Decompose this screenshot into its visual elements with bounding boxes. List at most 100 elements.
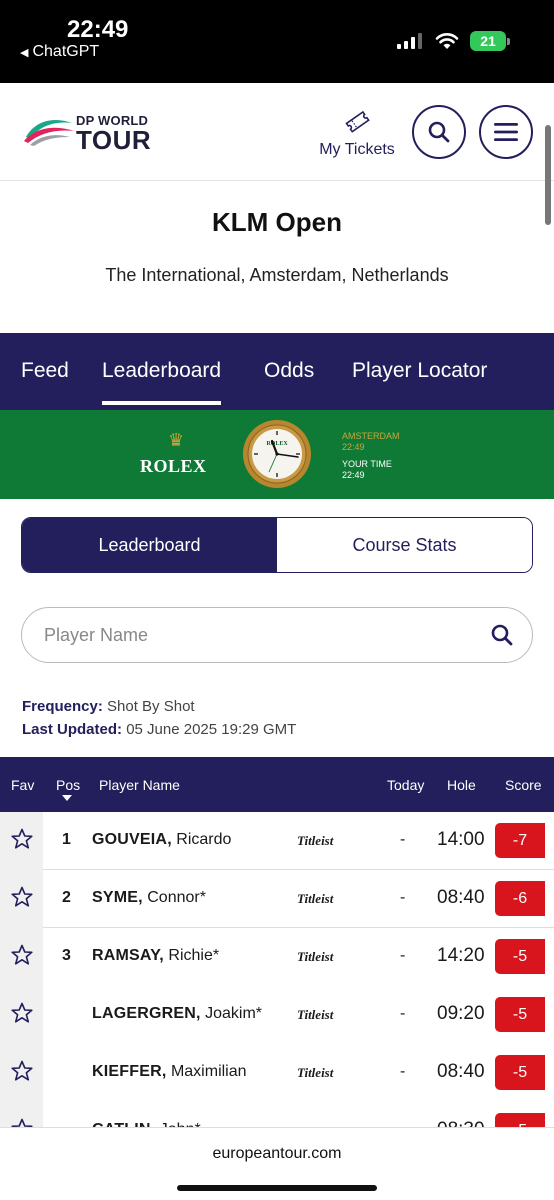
- player-first-name: Maximilian: [170, 1063, 247, 1080]
- url-text[interactable]: europeantour.com: [0, 1145, 554, 1163]
- player-last-name: RAMSAY,: [92, 947, 164, 964]
- col-player-name[interactable]: Player Name: [99, 777, 180, 793]
- clock-dial-brand: ROLEX: [266, 441, 288, 447]
- search-icon[interactable]: [490, 623, 514, 647]
- favourite-button[interactable]: [0, 1044, 43, 1102]
- equipment-brand-logo: Titleist: [297, 1065, 334, 1080]
- table-row[interactable]: 1 GOUVEIA, Ricardo Titleist - 14:00 -7: [0, 812, 554, 870]
- back-arrow-icon: ◀: [20, 46, 29, 59]
- table-row[interactable]: 3 RAMSAY, Richie* Titleist - 14:20 -5: [0, 928, 554, 986]
- player-last-name: GOUVEIA,: [92, 831, 172, 848]
- table-row[interactable]: KIEFFER, Maximilian Titleist - 08:40 -5: [0, 1044, 554, 1102]
- col-score[interactable]: Score: [505, 777, 542, 793]
- player-name[interactable]: KIEFFER, Maximilian: [92, 1063, 247, 1081]
- course-stats-toggle-button[interactable]: Course Stats: [277, 518, 532, 572]
- player-last-name: KIEFFER,: [92, 1063, 167, 1080]
- leaderboard-toggle-button[interactable]: Leaderboard: [22, 518, 277, 572]
- screen: 22:49 ◀ ChatGPT 21 DP WORLD TOUR My Tick…: [0, 0, 554, 1200]
- today-score: -: [400, 831, 406, 848]
- favourite-button[interactable]: [0, 812, 43, 870]
- rolex-banner[interactable]: ♛ ROLEX ROLEX AMSTERDAM 22:49 YOUR TIME …: [0, 410, 554, 499]
- favourite-button[interactable]: [0, 986, 43, 1044]
- status-time: 22:49: [67, 16, 129, 43]
- your-time-label: YOUR TIME: [342, 459, 392, 469]
- menu-button[interactable]: [479, 105, 533, 159]
- star-icon: [10, 885, 34, 914]
- total-score-badge: -5: [495, 997, 545, 1032]
- equipment-brand-logo: Titleist: [297, 949, 334, 964]
- position: 1: [62, 831, 71, 848]
- search-button[interactable]: [412, 105, 466, 159]
- total-score-badge: -7: [495, 823, 545, 858]
- tee-time: 08:40: [437, 1061, 485, 1082]
- today-score: -: [400, 889, 406, 906]
- favourite-button[interactable]: [0, 928, 43, 986]
- view-toggle: Leaderboard Course Stats: [21, 517, 533, 573]
- tab-leaderboard[interactable]: Leaderboard: [102, 359, 222, 405]
- wifi-icon: [435, 33, 459, 49]
- site-header: DP WORLD TOUR My Tickets: [0, 83, 554, 181]
- total-score-badge: -5: [495, 1055, 545, 1090]
- player-first-name: Ricardo: [176, 831, 232, 848]
- battery-level: 21: [480, 33, 496, 49]
- browser-url-bar[interactable]: europeantour.com: [0, 1127, 554, 1200]
- player-first-name: Joakim*: [205, 1005, 263, 1022]
- player-name[interactable]: GOUVEIA, Ricardo: [92, 831, 231, 849]
- logo-tour: TOUR: [76, 125, 152, 155]
- equipment-brand-logo: Titleist: [297, 1007, 334, 1022]
- tee-time: 09:20: [437, 1003, 485, 1024]
- status-bar: 22:49 ◀ ChatGPT 21: [0, 0, 554, 83]
- tab-odds[interactable]: Odds: [264, 359, 314, 383]
- position: 2: [62, 889, 71, 906]
- favourite-button[interactable]: [0, 870, 43, 928]
- home-indicator[interactable]: [177, 1185, 377, 1191]
- table-row[interactable]: 2 SYME, Connor* Titleist - 08:40 -6: [0, 870, 554, 928]
- tee-time: 08:40: [437, 887, 485, 908]
- search-icon: [428, 121, 450, 143]
- sort-desc-icon[interactable]: [62, 795, 72, 801]
- player-name-input[interactable]: [44, 622, 464, 648]
- equipment-brand-logo: Titleist: [297, 833, 334, 848]
- col-fav: Fav: [11, 777, 35, 793]
- event-venue: The International, Amsterdam, Netherland…: [105, 265, 449, 285]
- col-hole[interactable]: Hole: [447, 777, 476, 793]
- logo-swoosh-icon: [24, 119, 74, 146]
- rolex-logo: ROLEX: [140, 456, 207, 476]
- clock-icon: ROLEX: [243, 420, 311, 488]
- your-time-value: 22:49: [342, 470, 365, 480]
- signal-icon: [397, 33, 422, 49]
- star-icon: [10, 1059, 34, 1088]
- col-pos[interactable]: Pos: [56, 777, 80, 793]
- player-name[interactable]: SYME, Connor*: [92, 889, 206, 907]
- rolex-crown-icon: ♛: [168, 430, 185, 450]
- battery-tip: [507, 38, 510, 45]
- frequency-line: Frequency: Shot By Shot: [22, 698, 195, 715]
- col-today[interactable]: Today: [387, 777, 424, 793]
- back-app-label: ChatGPT: [32, 43, 100, 60]
- tab-player-locator[interactable]: Player Locator: [352, 359, 487, 383]
- player-search-box: [21, 607, 533, 663]
- today-score: -: [400, 947, 406, 964]
- star-icon: [10, 943, 34, 972]
- dp-world-tour-logo[interactable]: DP WORLD TOUR: [22, 111, 162, 155]
- user-time-block: YOUR TIME 22:49: [342, 459, 392, 481]
- last-updated-line: Last Updated: 05 June 2025 19:29 GMT: [22, 721, 296, 738]
- battery-icon: 21: [470, 31, 506, 51]
- player-name[interactable]: LAGERGREN, Joakim*: [92, 1005, 262, 1023]
- table-row[interactable]: LAGERGREN, Joakim* Titleist - 09:20 -5: [0, 986, 554, 1044]
- last-updated-label: Last Updated:: [22, 721, 123, 738]
- frequency-label: Frequency:: [22, 698, 103, 715]
- equipment-brand-logo: Titleist: [297, 891, 334, 906]
- player-name[interactable]: RAMSAY, Richie*: [92, 947, 219, 965]
- star-icon: [10, 827, 34, 856]
- event-title: KLM Open: [212, 207, 342, 237]
- frequency-value: Shot By Shot: [107, 698, 195, 715]
- my-tickets-button[interactable]: My Tickets: [312, 108, 402, 159]
- total-score-badge: -6: [495, 881, 545, 916]
- ticket-icon: [345, 110, 370, 133]
- back-to-app-link[interactable]: ◀ ChatGPT: [20, 43, 99, 61]
- player-first-name: Richie*: [168, 947, 220, 964]
- local-city-time: 22:49: [342, 442, 365, 452]
- tab-feed[interactable]: Feed: [21, 359, 69, 383]
- player-first-name: Connor*: [147, 889, 206, 906]
